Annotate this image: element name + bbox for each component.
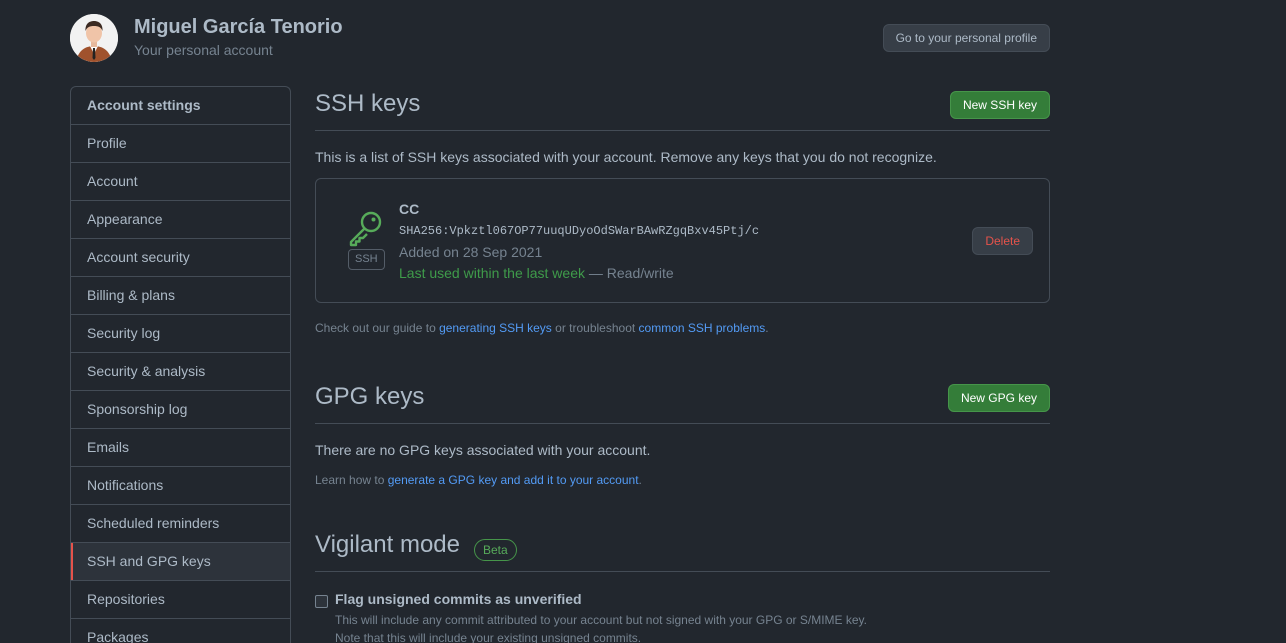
sidebar-item-appearance[interactable]: Appearance — [71, 201, 290, 239]
sidebar-item-security-analysis[interactable]: Security & analysis — [71, 353, 290, 391]
sidebar-item-emails[interactable]: Emails — [71, 429, 290, 467]
sidebar-item-account-security[interactable]: Account security — [71, 239, 290, 277]
sidebar-item-account[interactable]: Account — [71, 163, 290, 201]
ssh-key-fingerprint: SHA256:Vpkztl067OP77uuqUDyoOdSWarBAwRZgq… — [399, 224, 760, 238]
flag-unsigned-commits-option: Flag unsigned commits as unverified This… — [315, 590, 1050, 643]
go-to-profile-button[interactable]: Go to your personal profile — [882, 24, 1050, 52]
gpg-empty-text: There are no GPG keys associated with yo… — [315, 442, 651, 458]
profile-header: Miguel García Tenorio Your personal acco… — [70, 14, 1050, 64]
key-icon — [349, 211, 382, 247]
sidebar-item-profile[interactable]: Profile — [71, 125, 290, 163]
vigilant-section-header: Vigilant mode Beta — [315, 527, 1050, 572]
sidebar-item-sponsorship-log[interactable]: Sponsorship log — [71, 391, 290, 429]
avatar[interactable] — [70, 14, 118, 62]
gpg-keys-title: GPG keys — [315, 383, 425, 410]
ssh-key-added-date: Added on 28 Sep 2021 — [399, 244, 543, 260]
ssh-key-last-used: Last used within the last week — [399, 265, 585, 281]
generate-gpg-key-link[interactable]: generate a GPG key and add it to your ac… — [388, 473, 639, 487]
vigilant-mode-title: Vigilant mode — [315, 531, 460, 558]
user-name[interactable]: Miguel García Tenorio — [134, 16, 343, 39]
ssh-key-usage: Last used within the last week — Read/wr… — [399, 265, 674, 281]
flag-unsigned-commits-label[interactable]: Flag unsigned commits as unverified — [335, 591, 582, 607]
ssh-note-prefix: Check out our guide to — [315, 321, 440, 335]
account-subtitle: Your personal account — [134, 42, 273, 58]
ssh-key-access: — Read/write — [585, 265, 674, 281]
ssh-key-name: CC — [399, 201, 420, 217]
sidebar-item-repositories[interactable]: Repositories — [71, 581, 290, 619]
ssh-keys-title: SSH keys — [315, 90, 421, 117]
sidebar-item-scheduled-reminders[interactable]: Scheduled reminders — [71, 505, 290, 543]
gpg-help-note: Learn how to generate a GPG key and add … — [315, 473, 1050, 487]
new-ssh-key-button[interactable]: New SSH key — [949, 91, 1050, 119]
settings-sidebar: Account settings Profile Account Appeara… — [70, 86, 291, 643]
ssh-section-header: SSH keys New SSH key — [315, 86, 1050, 131]
sidebar-item-notifications[interactable]: Notifications — [71, 467, 290, 505]
ssh-note-suffix: . — [765, 321, 769, 335]
gpg-note-suffix: . — [638, 473, 642, 487]
delete-ssh-key-button[interactable]: Delete — [972, 227, 1033, 255]
sidebar-item-packages[interactable]: Packages — [71, 619, 290, 643]
generating-ssh-keys-link[interactable]: generating SSH keys — [439, 321, 552, 335]
new-gpg-key-button[interactable]: New GPG key — [947, 384, 1050, 412]
vigilant-description-line1: This will include any commit attributed … — [335, 613, 868, 627]
sidebar-item-ssh-gpg-keys[interactable]: SSH and GPG keys — [71, 543, 290, 581]
sidebar-item-security-log[interactable]: Security log — [71, 315, 290, 353]
flag-unsigned-commits-checkbox[interactable] — [315, 595, 328, 608]
gpg-note-prefix: Learn how to — [315, 473, 388, 487]
gpg-section-header: GPG keys New GPG key — [315, 379, 1050, 424]
ssh-key-item: SSH CC SHA256:Vpkztl067OP77uuqUDyoOdSWar… — [315, 178, 1050, 303]
ssh-help-note: Check out our guide to generating SSH ke… — [315, 321, 1050, 335]
ssh-type-label: SSH — [348, 249, 385, 270]
ssh-intro-text: This is a list of SSH keys associated wi… — [315, 149, 937, 165]
sidebar-item-billing[interactable]: Billing & plans — [71, 277, 290, 315]
beta-badge: Beta — [474, 539, 517, 561]
common-ssh-problems-link[interactable]: common SSH problems — [639, 321, 766, 335]
sidebar-heading: Account settings — [71, 87, 290, 125]
main-content: SSH keys New SSH key This is a list of S… — [315, 86, 1050, 643]
vigilant-description-line2: Note that this will include your existin… — [335, 631, 642, 643]
ssh-note-middle: or troubleshoot — [551, 321, 639, 335]
